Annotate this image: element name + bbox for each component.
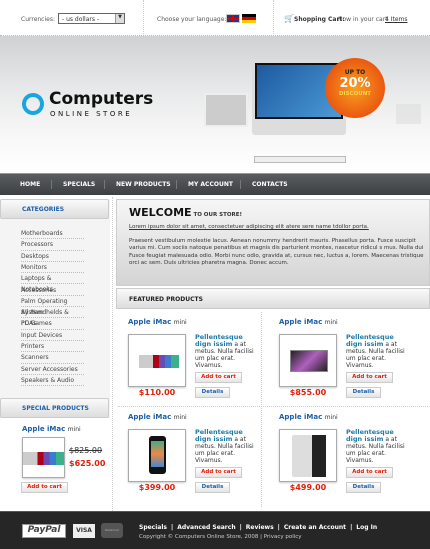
add-to-cart-button[interactable]: Add to cart xyxy=(346,467,393,478)
logo-icon xyxy=(18,89,48,119)
product-name[interactable]: Apple iMac mini xyxy=(128,413,187,421)
details-button[interactable]: Details xyxy=(195,387,230,398)
footer-link[interactable]: Create an Account xyxy=(284,524,346,531)
currencies-label: Currencies: xyxy=(21,16,55,23)
special-product-image[interactable] xyxy=(22,437,65,478)
category-item[interactable]: Processors xyxy=(21,239,84,251)
english-flag-icon[interactable] xyxy=(226,14,240,23)
welcome-heading: WELCOME TO OUR STORE! xyxy=(129,206,242,219)
separator: | xyxy=(277,524,280,531)
product-name[interactable]: Apple iMac mini xyxy=(279,413,338,421)
currency-value: - us dollars - xyxy=(62,16,100,23)
badge-bottom: DISCOUNT xyxy=(338,91,372,97)
details-button[interactable]: Details xyxy=(195,482,230,493)
faded-monitor-image xyxy=(396,104,421,124)
separator: | xyxy=(350,524,353,531)
separator: | xyxy=(239,524,242,531)
nav-contacts[interactable]: CONTACTS xyxy=(252,181,288,188)
footer-link[interactable]: Advanced Search xyxy=(177,524,235,531)
product-description: Pellentesque dign issim a at metus. Null… xyxy=(195,428,254,465)
product-price: $110.00 xyxy=(138,388,176,397)
product-price: $499.00 xyxy=(289,483,327,492)
special-new-price: $625.00 xyxy=(69,459,106,468)
mastercard-logo: MasterCard xyxy=(101,523,123,538)
german-flag-icon[interactable] xyxy=(242,14,256,23)
logo-subtitle: ONLINE STORE xyxy=(50,110,133,118)
product-name[interactable]: Apple iMac mini xyxy=(279,318,338,326)
product-image[interactable] xyxy=(128,429,186,482)
product-description: Pellentesque dign issim a at metus. Null… xyxy=(346,333,405,370)
product-name[interactable]: Apple iMac mini xyxy=(128,318,187,326)
separator: | xyxy=(170,524,174,531)
special-product-name[interactable]: Apple iMac mini xyxy=(22,425,81,433)
badge-top: UP TO xyxy=(344,69,366,76)
product-card: Apple iMac mini $499.00 Pellentesque dig… xyxy=(279,413,419,498)
category-item[interactable]: Printers xyxy=(21,341,84,353)
welcome-body: Praesent vestibulum molestie lacus. Aene… xyxy=(129,238,424,266)
product-image[interactable] xyxy=(128,334,186,387)
copyright: Copyright © Computers Online Store, 2008… xyxy=(139,534,302,540)
special-products-header: SPECIAL PRODUCTS xyxy=(0,398,109,418)
product-card: Apple iMac mini $855.00 Pellentesque dig… xyxy=(279,318,419,403)
category-item[interactable]: Scanners xyxy=(21,352,84,364)
cart-icon: 🛒 xyxy=(284,14,294,23)
add-to-cart-button[interactable]: Add to cart xyxy=(195,467,242,478)
category-item[interactable]: Desktops xyxy=(21,251,84,262)
footer-link[interactable]: Specials xyxy=(139,524,167,531)
main-nav: HOME SPECIALS NEW PRODUCTS MY ACCOUNT CO… xyxy=(0,173,430,195)
category-item[interactable]: PC Games xyxy=(21,318,84,330)
categories-header: CATEGORIES xyxy=(0,199,109,219)
nav-my-account[interactable]: MY ACCOUNT xyxy=(188,181,233,188)
nav-home[interactable]: HOME xyxy=(20,181,40,188)
footer-links: Specials | Advanced Search | Reviews | Create … xyxy=(139,524,377,531)
details-button[interactable]: Details xyxy=(346,482,381,493)
category-item[interactable]: Input Devices xyxy=(21,330,84,341)
currency-select[interactable]: - us dollars - ▼ xyxy=(58,13,125,24)
badge-value: 20% xyxy=(339,76,371,91)
category-item[interactable]: Speakers & Audio xyxy=(21,375,84,387)
footer: PayPal VISA MasterCard Specials | Advanced… xyxy=(0,511,430,549)
add-to-cart-button[interactable]: Add to cart xyxy=(346,372,393,383)
product-image[interactable] xyxy=(279,334,337,387)
product-price: $399.00 xyxy=(138,483,176,492)
product-card: Apple iMac mini $399.00 Pellentesque dig… xyxy=(128,413,268,498)
keyboard-image xyxy=(254,156,346,163)
nav-specials[interactable]: SPECIALS xyxy=(63,181,95,188)
language-label: Choose your language: xyxy=(157,16,227,23)
special-old-price: $825.00 xyxy=(69,446,103,455)
discount-badge: UP TO 20% DISCOUNT xyxy=(325,58,385,118)
product-price: $855.00 xyxy=(289,388,327,397)
category-item[interactable]: Motherboards xyxy=(21,228,84,240)
product-image[interactable] xyxy=(279,429,337,482)
cart-items-link[interactable]: 4 Items xyxy=(385,16,408,23)
banner: Computers ONLINE STORE UP TO 20% DISCOUN… xyxy=(0,36,430,172)
category-item[interactable]: Accessories xyxy=(21,285,84,296)
cart-text: Now in your cart xyxy=(338,16,388,23)
paypal-logo: PayPal xyxy=(22,524,66,538)
small-monitor-image xyxy=(204,93,248,127)
product-description: Pellentesque dign issim a at metus. Null… xyxy=(195,333,254,370)
top-bar: Currencies: - us dollars - ▼ Choose your … xyxy=(0,0,430,36)
visa-logo: VISA xyxy=(73,524,95,538)
welcome-link[interactable]: Lorem ipsum dolor sit amet, consectetuer… xyxy=(129,224,419,230)
special-add-to-cart-button[interactable]: Add to cart xyxy=(21,482,68,493)
featured-products-header: FEATURED PRODUCTS xyxy=(116,288,430,309)
footer-link[interactable]: Reviews xyxy=(246,524,274,531)
footer-link[interactable]: Log In xyxy=(356,524,377,531)
logo-title[interactable]: Computers xyxy=(49,89,153,109)
category-item[interactable]: All Handhelds & PDAs xyxy=(21,307,84,327)
category-item[interactable]: Server Accessories xyxy=(21,364,84,375)
category-item[interactable]: Palm Operating System xyxy=(21,296,84,316)
chevron-down-icon: ▼ xyxy=(115,14,124,23)
category-item[interactable]: Laptops & Notebooks xyxy=(21,273,84,293)
product-description: Pellentesque dign issim a at metus. Null… xyxy=(346,428,405,465)
product-card: Apple iMac mini $110.00 Pellentesque dig… xyxy=(128,318,268,403)
category-item[interactable]: Monitors xyxy=(21,262,84,274)
nav-new-products[interactable]: NEW PRODUCTS xyxy=(116,181,171,188)
details-button[interactable]: Details xyxy=(346,387,381,398)
add-to-cart-button[interactable]: Add to cart xyxy=(195,372,242,383)
welcome-box: WELCOME TO OUR STORE! Lorem ipsum dolor … xyxy=(116,199,430,286)
